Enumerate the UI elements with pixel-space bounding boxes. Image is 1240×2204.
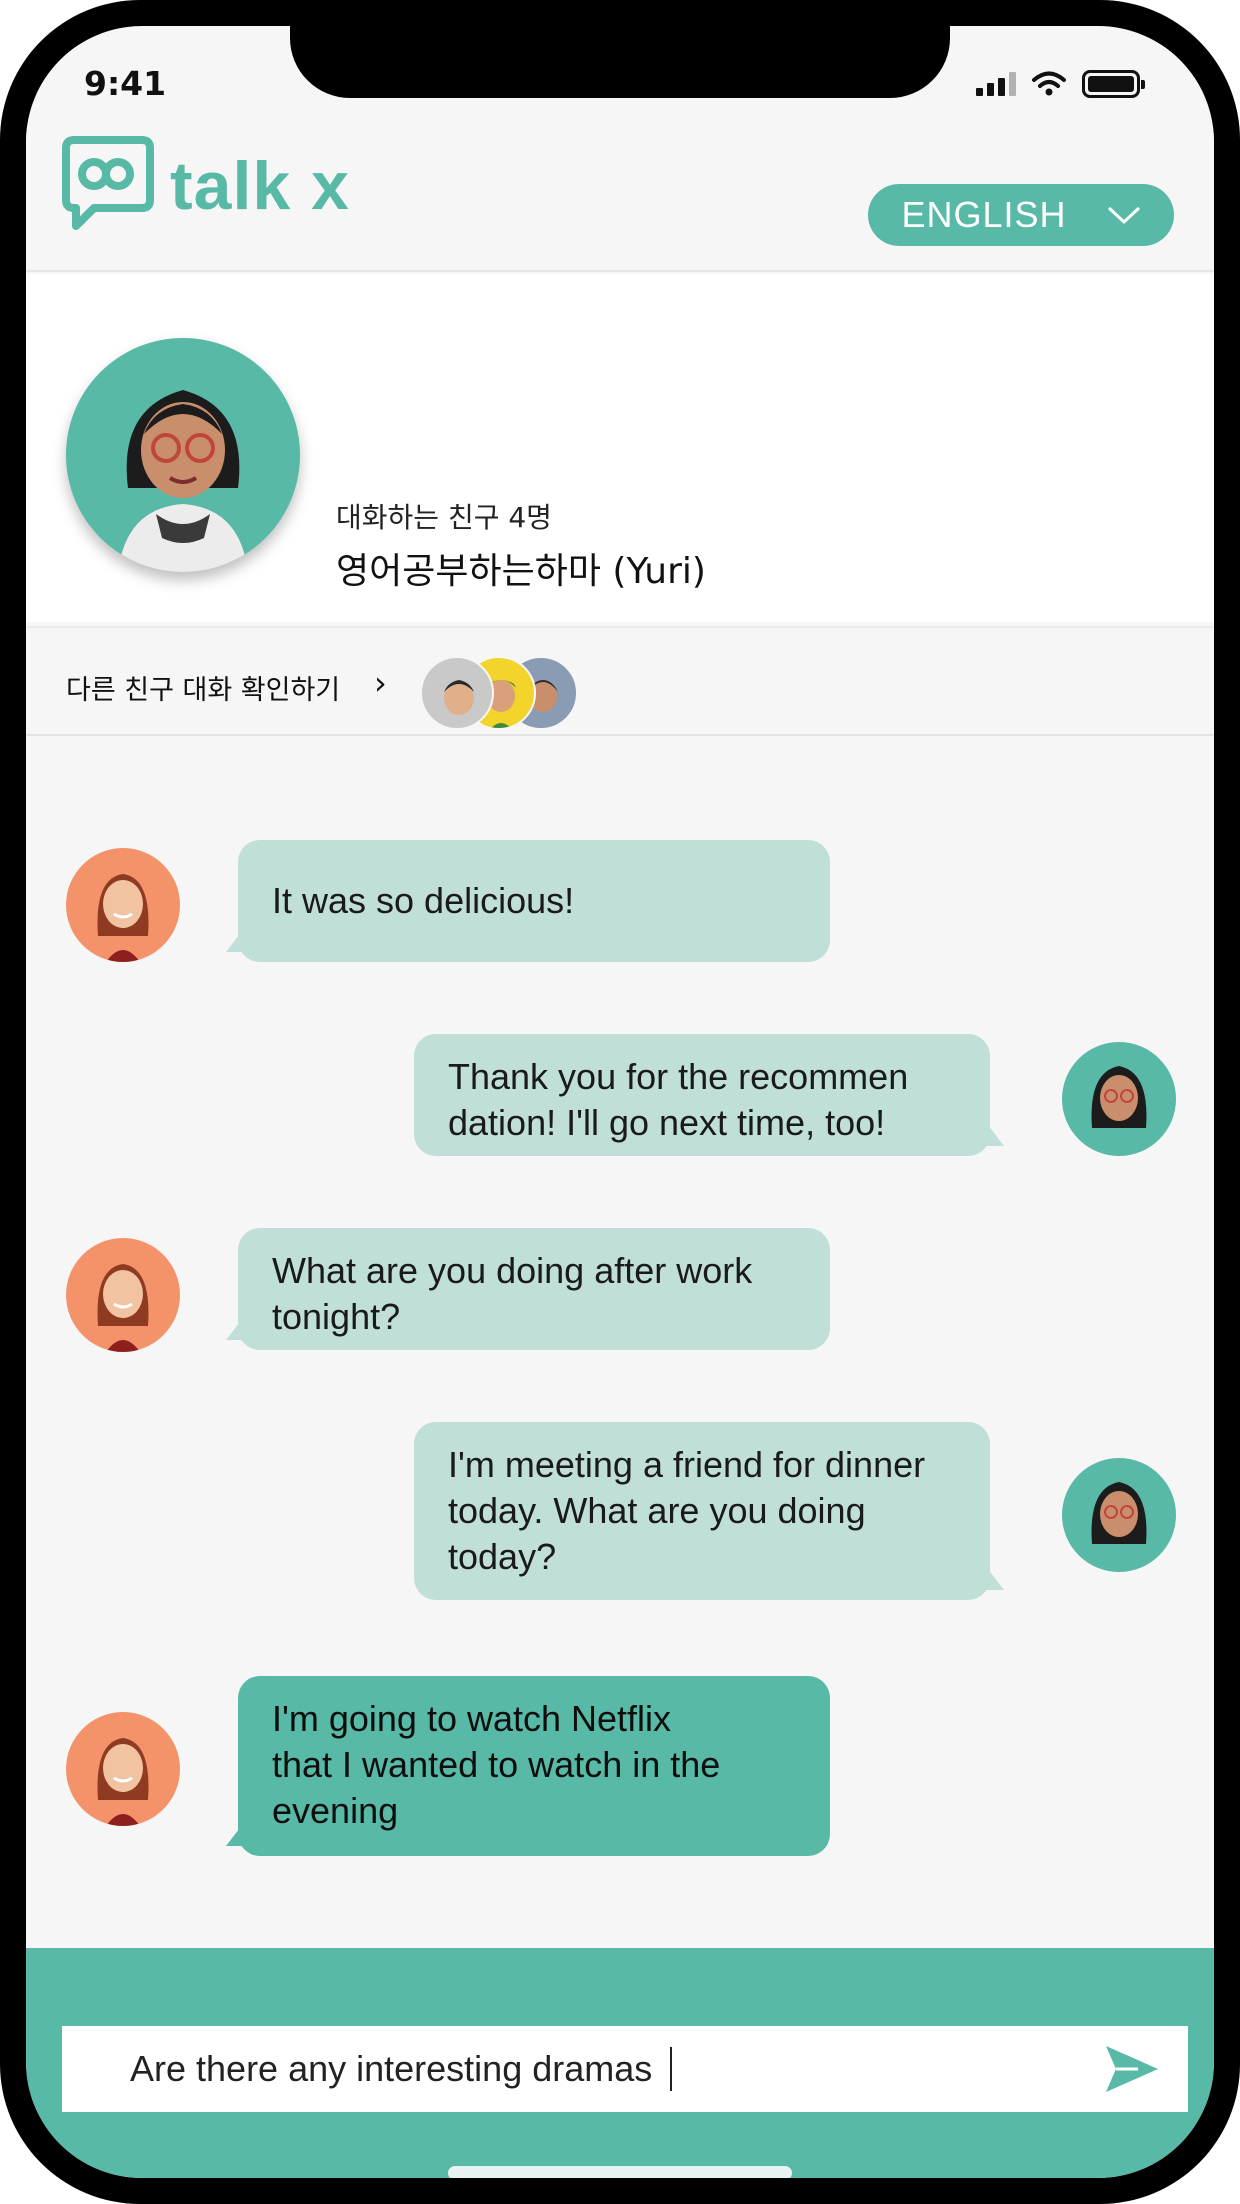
chevron-down-icon (1107, 206, 1140, 225)
message-input-value: Are there any interesting dramas (130, 2048, 653, 2089)
phone-frame: 9:41 talk x ENGLISH 대화하는 친구 4명 영어공부하는하마 … (0, 0, 1240, 2204)
other-friends-label: 다른 친구 대화 확인하기 (66, 675, 341, 706)
language-select[interactable]: ENGLISH (868, 184, 1174, 246)
cellular-signal-icon (976, 72, 1016, 96)
message-input[interactable]: Are there any interesting dramas (62, 2026, 1188, 2112)
message-bubble: I'm meeting a friend for dinner today. W… (414, 1422, 1004, 1600)
logo-text: talk x (170, 148, 350, 224)
memoji-redhair-icon (97, 874, 149, 962)
message-bubble: Thank you for the recommen dation! I'll … (414, 1034, 1004, 1156)
message-bubble-selected: I'm going to watch Netflix that I wanted… (226, 1676, 830, 1856)
profile-section: 대화하는 친구 4명 영어공부하는하마 (Yuri) (26, 274, 1214, 622)
text-caret (670, 2047, 673, 2091)
device-notch (290, 26, 950, 98)
app-logo[interactable]: talk x (60, 134, 350, 238)
home-indicator[interactable] (448, 2166, 792, 2178)
friend-avatar[interactable] (66, 848, 180, 962)
other-friends-link[interactable]: 다른 친구 대화 확인하기 › (26, 626, 1214, 736)
memoji-glasses-icon (118, 390, 248, 572)
friend-avatar-1 (420, 656, 494, 730)
send-icon[interactable] (1104, 2044, 1160, 2094)
my-avatar[interactable] (1062, 1042, 1176, 1156)
app-header: talk x ENGLISH (26, 126, 1214, 272)
memoji-glasses-icon (1091, 1066, 1147, 1128)
chevron-right-icon: › (374, 664, 387, 702)
friend-count-text: 대화하는 친구 4명 (336, 501, 552, 534)
memoji-glasses-icon (1091, 1482, 1147, 1544)
status-icons (976, 70, 1145, 98)
talkx-logo-icon (62, 136, 154, 230)
friend-avatar[interactable] (66, 1712, 180, 1826)
message-composer: Are there any interesting dramas (26, 1948, 1214, 2178)
my-avatar[interactable] (1062, 1458, 1176, 1572)
message-bubble: It was so delicious! (226, 840, 830, 962)
battery-icon (1082, 70, 1145, 98)
memoji-redhair-icon (97, 1264, 149, 1352)
wifi-icon (1032, 71, 1066, 96)
profile-name: 영어공부하는하마 (Yuri) (336, 551, 706, 592)
status-time: 9:41 (84, 64, 167, 103)
friend-avatar[interactable] (66, 1238, 180, 1352)
language-label: ENGLISH (901, 194, 1067, 235)
message-bubble: What are you doing after work tonight? (226, 1228, 830, 1350)
app-screen: 9:41 talk x ENGLISH 대화하는 친구 4명 영어공부하는하마 … (26, 26, 1214, 2178)
memoji-redhair-icon (97, 1738, 149, 1826)
profile-avatar[interactable] (66, 338, 300, 572)
